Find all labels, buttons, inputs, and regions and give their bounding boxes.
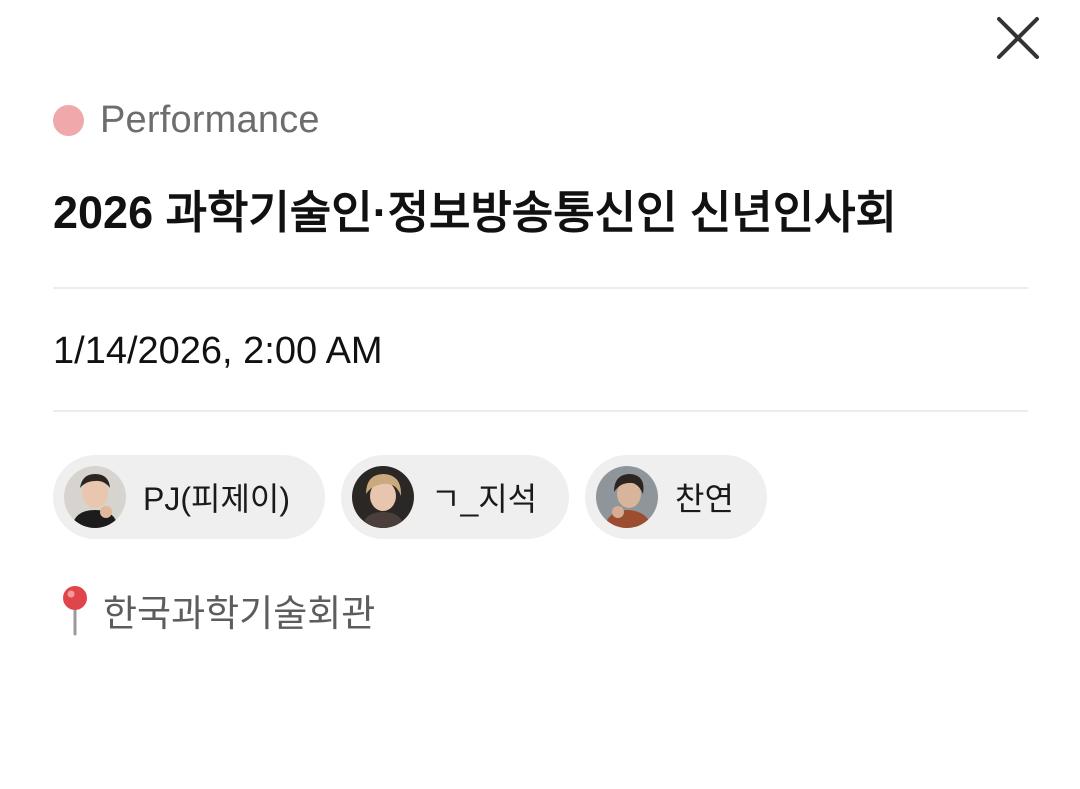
participant-chip[interactable]: ㄱ_지석 — [341, 455, 569, 539]
participant-list: PJ(피제이) ㄱ_지석 찬연 — [53, 455, 783, 539]
participant-name: ㄱ_지석 — [431, 481, 538, 517]
category-label: Performance — [100, 98, 320, 141]
category-color-dot — [53, 104, 84, 136]
divider-top — [53, 287, 1028, 289]
close-icon — [997, 17, 1039, 59]
event-location: 한국과학기술회관 — [53, 582, 375, 638]
participant-name: 찬연 — [675, 481, 734, 517]
location-text: 한국과학기술회관 — [103, 593, 376, 634]
participant-name: PJ(피제이) — [143, 481, 290, 517]
avatar — [596, 466, 658, 528]
event-datetime: 1/14/2026, 2:00 AM — [53, 330, 383, 372]
participant-chip[interactable]: 찬연 — [585, 455, 767, 539]
close-button[interactable] — [994, 14, 1042, 62]
participant-chip[interactable]: PJ(피제이) — [53, 455, 325, 539]
event-detail-sheet: Performance 2026 과학기술인·정보방송통신인 신년인사회 1/1… — [0, 0, 1080, 789]
pin-icon — [63, 586, 87, 636]
avatar — [64, 466, 126, 528]
avatar — [352, 466, 414, 528]
event-title: 2026 과학기술인·정보방송통신인 신년인사회 — [53, 187, 897, 238]
category-row: Performance — [53, 96, 320, 144]
divider-bottom — [53, 410, 1028, 412]
